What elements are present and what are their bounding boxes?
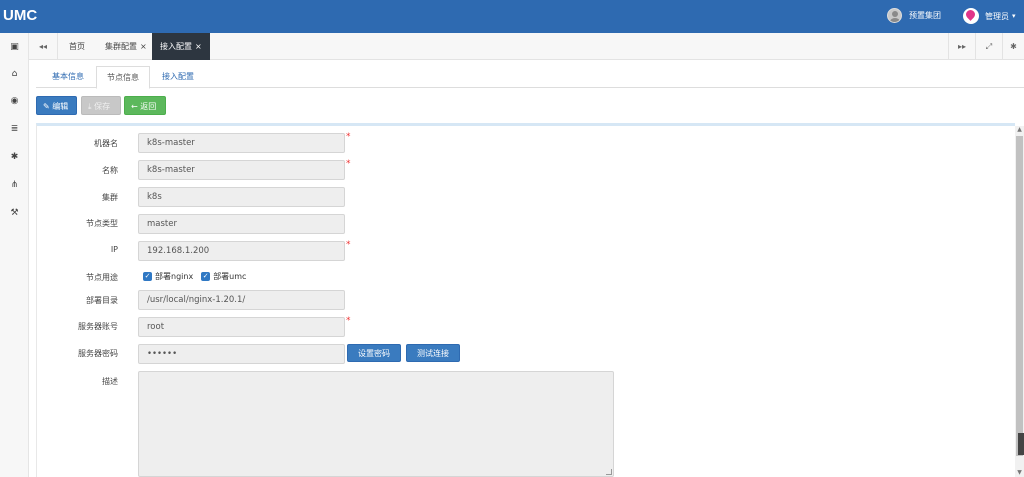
required-mark: * bbox=[346, 316, 351, 326]
top-bar: UMC 预置集团 管理员 ▾ bbox=[0, 0, 1024, 33]
deploy-dir-input[interactable]: /usr/local/nginx-1.20.1/ bbox=[138, 290, 345, 310]
subtabs: 基本信息 节点信息 接入配置 bbox=[36, 66, 1024, 89]
tab-bar: ◂◂ 首页 集群配置 × 接入配置 × ▸▸ ⤢ ✱ bbox=[29, 33, 1024, 60]
description-textarea[interactable] bbox=[138, 371, 614, 477]
umc-checkbox[interactable]: ✓ bbox=[201, 272, 211, 281]
location-pin-icon bbox=[963, 8, 979, 24]
scroll-up-icon[interactable]: ▲ bbox=[1015, 126, 1024, 134]
server-password-input[interactable]: •••••• bbox=[138, 344, 345, 364]
app-logo[interactable]: UMC bbox=[3, 7, 37, 24]
save-label: 保存 bbox=[94, 102, 111, 111]
id-card-icon[interactable]: ▣ bbox=[0, 40, 29, 54]
subtab-access-config[interactable]: 接入配置 bbox=[152, 66, 204, 88]
tab-access-config[interactable]: 接入配置 × bbox=[152, 33, 210, 60]
node-usage-options: ✓ 部署nginx ✓ 部署umc bbox=[143, 271, 246, 282]
list-icon[interactable]: ≣ bbox=[0, 122, 29, 136]
node-usage-label: 节点用途 bbox=[86, 273, 118, 282]
tab-scroll-right-icon[interactable]: ▸▸ bbox=[948, 33, 975, 60]
description-label: 描述 bbox=[102, 377, 118, 386]
fullscreen-icon[interactable]: ⤢ bbox=[975, 33, 1002, 60]
server-password-label: 服务器密码 bbox=[78, 349, 118, 358]
scrollbar[interactable]: ▲ ▼ bbox=[1015, 126, 1024, 477]
tab-label: 集群配置 bbox=[105, 42, 137, 51]
server-account-input[interactable]: root bbox=[138, 317, 345, 337]
sitemap-icon[interactable]: ⋔ bbox=[0, 178, 29, 192]
umc-option-label: 部署umc bbox=[213, 272, 247, 281]
subtab-node-info[interactable]: 节点信息 bbox=[96, 66, 150, 89]
node-type-input[interactable]: master bbox=[138, 214, 345, 234]
close-icon[interactable]: × bbox=[140, 42, 147, 51]
org-switcher[interactable]: 预置集团 bbox=[887, 8, 941, 23]
org-label: 预置集团 bbox=[909, 11, 941, 20]
download-icon: ⤓ bbox=[88, 102, 92, 111]
edit-button[interactable]: ✎ 编辑 bbox=[36, 96, 77, 115]
sidebar: ▣ ⌂ ◉ ≣ ✱ ⋔ ⚒ bbox=[0, 33, 29, 477]
eye-icon[interactable]: ◉ bbox=[0, 94, 29, 108]
user-menu[interactable]: 管理员 ▾ bbox=[963, 8, 1016, 24]
required-mark: * bbox=[346, 159, 351, 169]
tab-label: 首页 bbox=[69, 42, 85, 51]
back-label: 返回 bbox=[140, 102, 157, 111]
resize-handle-icon[interactable] bbox=[606, 469, 612, 475]
avatar-icon bbox=[887, 8, 902, 23]
cluster-input[interactable]: k8s bbox=[138, 187, 345, 207]
scroll-down-icon[interactable]: ▼ bbox=[1015, 469, 1024, 477]
save-button[interactable]: ⤓ 保存 bbox=[81, 96, 121, 115]
user-label: 管理员 bbox=[985, 11, 1009, 21]
side-widget-handle[interactable] bbox=[1018, 433, 1024, 455]
edit-label: 编辑 bbox=[52, 102, 69, 111]
test-connection-button[interactable]: 测试连接 bbox=[406, 344, 460, 362]
nginx-checkbox[interactable]: ✓ bbox=[143, 272, 152, 281]
set-password-button[interactable]: 设置密码 bbox=[347, 344, 401, 362]
arrow-left-icon: ← bbox=[131, 102, 138, 111]
back-button[interactable]: ← 返回 bbox=[124, 96, 166, 115]
edit-icon: ✎ bbox=[43, 102, 50, 111]
cluster-label: 集群 bbox=[102, 193, 118, 202]
tab-home[interactable]: 首页 bbox=[61, 33, 93, 60]
nginx-option-label: 部署nginx bbox=[155, 272, 194, 281]
caret-down-icon: ▾ bbox=[1012, 12, 1016, 20]
tab-label: 接入配置 bbox=[160, 42, 192, 51]
server-account-label: 服务器账号 bbox=[78, 322, 118, 331]
name-input[interactable]: k8s-master bbox=[138, 160, 345, 180]
bank-icon[interactable]: ⌂ bbox=[0, 67, 29, 81]
required-mark: * bbox=[346, 240, 351, 250]
close-icon[interactable]: × bbox=[195, 42, 202, 51]
name-label: 名称 bbox=[102, 166, 118, 175]
settings-icon[interactable]: ✱ bbox=[1002, 33, 1024, 60]
wrench-icon[interactable]: ⚒ bbox=[0, 206, 29, 220]
tab-scroll-left-icon[interactable]: ◂◂ bbox=[29, 33, 58, 60]
deploy-dir-label: 部署目录 bbox=[86, 296, 118, 305]
machine-name-label: 机器名 bbox=[94, 139, 118, 148]
ip-label: IP bbox=[110, 245, 118, 254]
gear-icon[interactable]: ✱ bbox=[0, 150, 29, 164]
scrollbar-thumb[interactable] bbox=[1016, 136, 1023, 456]
tab-cluster-config[interactable]: 集群配置 × bbox=[97, 33, 155, 60]
machine-name-input[interactable]: k8s-master bbox=[138, 133, 345, 153]
node-type-label: 节点类型 bbox=[86, 219, 118, 228]
required-mark: * bbox=[346, 132, 351, 142]
subtab-basic-info[interactable]: 基本信息 bbox=[42, 66, 94, 88]
ip-input[interactable]: 192.168.1.200 bbox=[138, 241, 345, 261]
